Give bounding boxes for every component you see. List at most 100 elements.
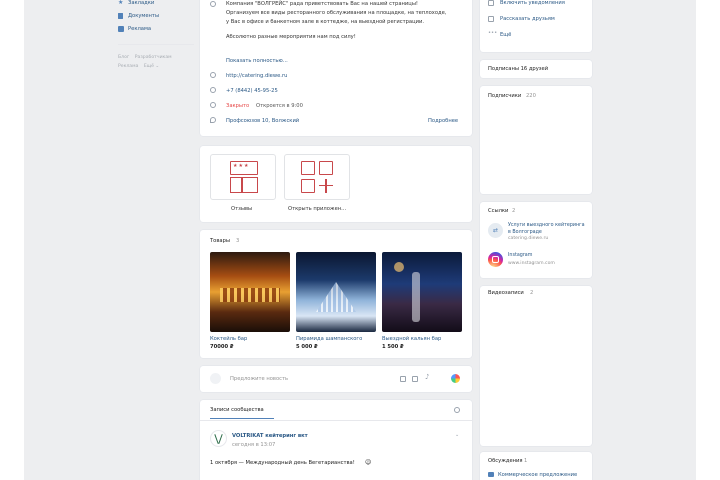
post-emoji: 😉	[365, 459, 372, 466]
friends-following-card[interactable]: Подписаны 16 друзей	[480, 60, 592, 78]
actions-card: Включить уведомления Рассказать друзьям …	[480, 0, 592, 52]
app-label: Отзывы	[231, 206, 253, 212]
phone-icon	[210, 87, 216, 93]
cocktail-bar-photo	[210, 252, 290, 332]
link-title: Instagram	[508, 253, 533, 258]
link-item[interactable]: ⇄ Услуги выездного кейтеринга в Волгогра…	[488, 222, 592, 246]
bell-icon	[488, 0, 494, 6]
footer-link-more[interactable]: Ещё ⌄	[144, 64, 159, 69]
action-label: Включить уведомления	[500, 0, 565, 6]
goods-price: 70000 ₽	[210, 344, 234, 350]
chevron-down-icon[interactable]: ⌄	[455, 432, 459, 438]
videos-card: Видеозаписи 2	[480, 286, 592, 446]
page: ★ Закладки Документы Реклама Блог Разраб…	[24, 0, 696, 480]
menu-item-documents[interactable]: Документы	[118, 13, 198, 21]
footer-link-dev[interactable]: Разработчикам	[135, 55, 172, 60]
app-open[interactable]: Открыть приложен...	[284, 154, 350, 218]
menu-item-bookmarks[interactable]: ★ Закладки	[118, 0, 198, 8]
address-link[interactable]: Профсоюзов 10, Волжский	[226, 118, 299, 124]
link-title: Услуги выездного кейтеринга в Волгограде	[508, 223, 585, 235]
discussions-count: 1	[524, 458, 528, 464]
post-input[interactable]: Предложите новость	[230, 376, 288, 382]
subscribers-card: Подписчики 220	[480, 86, 592, 194]
active-tab-underline	[210, 418, 274, 420]
document-icon	[118, 13, 123, 19]
footer-link-ads[interactable]: Реклама	[118, 64, 138, 69]
goods-item[interactable]: Выездной кальян бар 1 500 ₽	[382, 252, 462, 356]
link-url: catering.diewe.ru	[508, 236, 549, 241]
discussions-card: Обсуждения 1 Коммерческое предложение	[480, 452, 592, 480]
map-pin-icon	[210, 117, 216, 123]
megaphone-icon	[118, 26, 124, 32]
goods-count: 3	[236, 238, 240, 244]
discussions-title[interactable]: Обсуждения	[488, 458, 523, 464]
info-icon	[210, 1, 216, 7]
show-more-link[interactable]: Показать полностью...	[226, 58, 288, 64]
tab-community-posts[interactable]: Записи сообщества	[210, 407, 264, 413]
videos-title[interactable]: Видеозаписи	[488, 290, 524, 296]
description: Компания "ВОЛГРЕЙС" рада приветствовать …	[226, 1, 447, 40]
status-closed: Закрыто	[226, 103, 250, 109]
enable-notifications[interactable]: Включить уведомления	[488, 0, 588, 8]
goods-name: Пирамида шампанского	[296, 336, 363, 342]
hookah-bar-photo	[382, 252, 462, 332]
menu-item-label: Документы	[128, 13, 160, 19]
goods-name: Выездной кальян бар	[382, 336, 442, 342]
goods-item[interactable]: Пирамида шампанского 5 000 ₽	[296, 252, 376, 356]
links-card: Ссылки 2 ⇄ Услуги выездного кейтеринга в…	[480, 202, 592, 278]
instagram-icon	[488, 252, 503, 267]
menu-footer: Блог Разработчикам Реклама Ещё ⌄	[118, 53, 198, 71]
wall-divider	[200, 420, 472, 421]
goods-item[interactable]: Коктейль бар 70000 ₽	[210, 252, 290, 356]
star-icon: ★	[118, 0, 124, 6]
link-url: www.instagram.com	[508, 261, 555, 266]
website-link[interactable]: http://catering.diewe.ru	[226, 73, 287, 79]
videos-count: 2	[530, 290, 534, 296]
vk-link-icon: ⇄	[488, 223, 503, 238]
globe-icon	[210, 72, 216, 78]
more-icon[interactable]	[451, 374, 460, 383]
link-item[interactable]: Instagram www.instagram.com	[488, 252, 592, 272]
status-opens: Откроется в 9:00	[256, 103, 303, 109]
links-title[interactable]: Ссылки	[488, 208, 508, 214]
menu-item-label: Закладки	[128, 0, 155, 6]
menu-item-ads[interactable]: Реклама	[118, 26, 198, 34]
post-author[interactable]: VOLTRIKAT кейтеринг вкт	[232, 433, 308, 439]
goods-price: 1 500 ₽	[382, 344, 404, 350]
camera-icon[interactable]	[400, 376, 406, 382]
music-icon[interactable]: ♪	[425, 373, 429, 381]
post-date[interactable]: сегодня в 13:07	[232, 442, 275, 448]
action-label: Ещё	[500, 32, 512, 38]
phone-link[interactable]: +7 (8442) 45-95-25	[226, 88, 278, 94]
clock-icon	[210, 102, 216, 108]
subscribers-title[interactable]: Подписчики	[488, 93, 521, 99]
plus-app-icon	[284, 154, 350, 200]
goods-title[interactable]: Товары	[210, 238, 230, 244]
tell-friends[interactable]: Рассказать друзьям	[488, 16, 588, 24]
video-icon[interactable]	[412, 376, 418, 382]
chat-icon	[488, 472, 494, 477]
search-icon[interactable]	[454, 407, 460, 413]
champagne-pyramid-photo	[296, 252, 376, 332]
goods-price: 5 000 ₽	[296, 344, 318, 350]
goods-name: Коктейль бар	[210, 336, 248, 342]
post-avatar[interactable]	[210, 430, 227, 447]
links-count: 2	[512, 208, 516, 214]
reviews-app-icon: ★★★	[210, 154, 276, 200]
discussion-topic[interactable]: Коммерческое предложение	[498, 472, 577, 478]
action-label: Рассказать друзьям	[500, 16, 555, 22]
app-label: Открыть приложен...	[288, 206, 347, 212]
menu-item-label: Реклама	[128, 26, 152, 32]
post-author-avatar	[210, 373, 221, 384]
goods-card: Товары 3 Коктейль бар 70000 ₽ Пирамида ш…	[200, 230, 472, 358]
info-card: Компания "ВОЛГРЕЙС" рада приветствовать …	[200, 0, 472, 136]
friends-following: Подписаны 16 друзей	[488, 66, 549, 72]
footer-link-blog[interactable]: Блог	[118, 55, 129, 60]
menu-divider	[118, 44, 194, 45]
app-reviews[interactable]: ★★★ Отзывы	[210, 154, 276, 218]
subscribers-count: 220	[526, 93, 536, 99]
post-text: 1 октября — Международный день Вегетариа…	[210, 460, 355, 466]
apps-card: ★★★ Отзывы Открыть приложен...	[200, 146, 472, 222]
details-link[interactable]: Подробнее	[428, 118, 458, 124]
more-actions[interactable]: ••• Ещё	[488, 30, 588, 40]
